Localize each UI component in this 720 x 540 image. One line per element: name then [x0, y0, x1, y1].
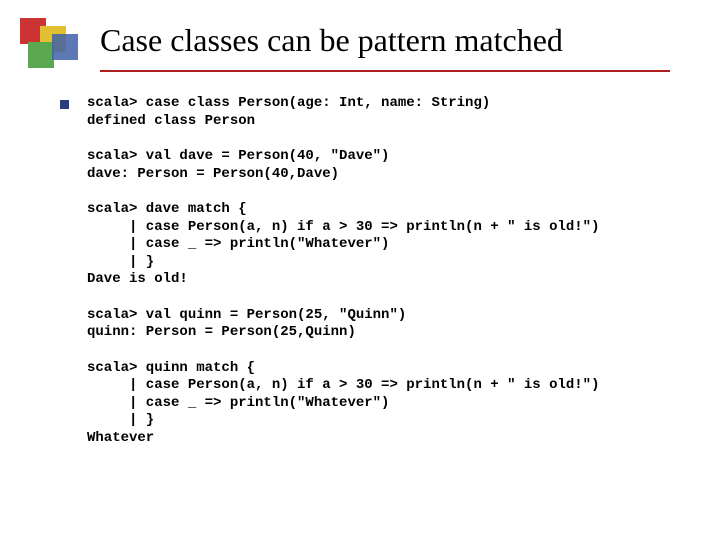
slide-content: scala> case class Person(age: Int, name:… — [60, 95, 680, 447]
bullet-item: scala> case class Person(age: Int, name:… — [60, 95, 680, 130]
slide-title: Case classes can be pattern matched — [100, 22, 700, 59]
bullet-icon — [60, 100, 69, 109]
logo-square-green — [28, 42, 54, 68]
code-block: scala> quinn match { | case Person(a, n)… — [87, 360, 680, 448]
logo-square-blue — [52, 34, 78, 60]
code-block: scala> val quinn = Person(25, "Quinn") q… — [87, 307, 680, 342]
code-block: scala> dave match { | case Person(a, n) … — [87, 201, 680, 289]
code-block: scala> val dave = Person(40, "Dave") dav… — [87, 148, 680, 183]
title-underline — [100, 70, 670, 72]
slide-logo — [20, 18, 72, 70]
code-block: scala> case class Person(age: Int, name:… — [87, 95, 490, 130]
